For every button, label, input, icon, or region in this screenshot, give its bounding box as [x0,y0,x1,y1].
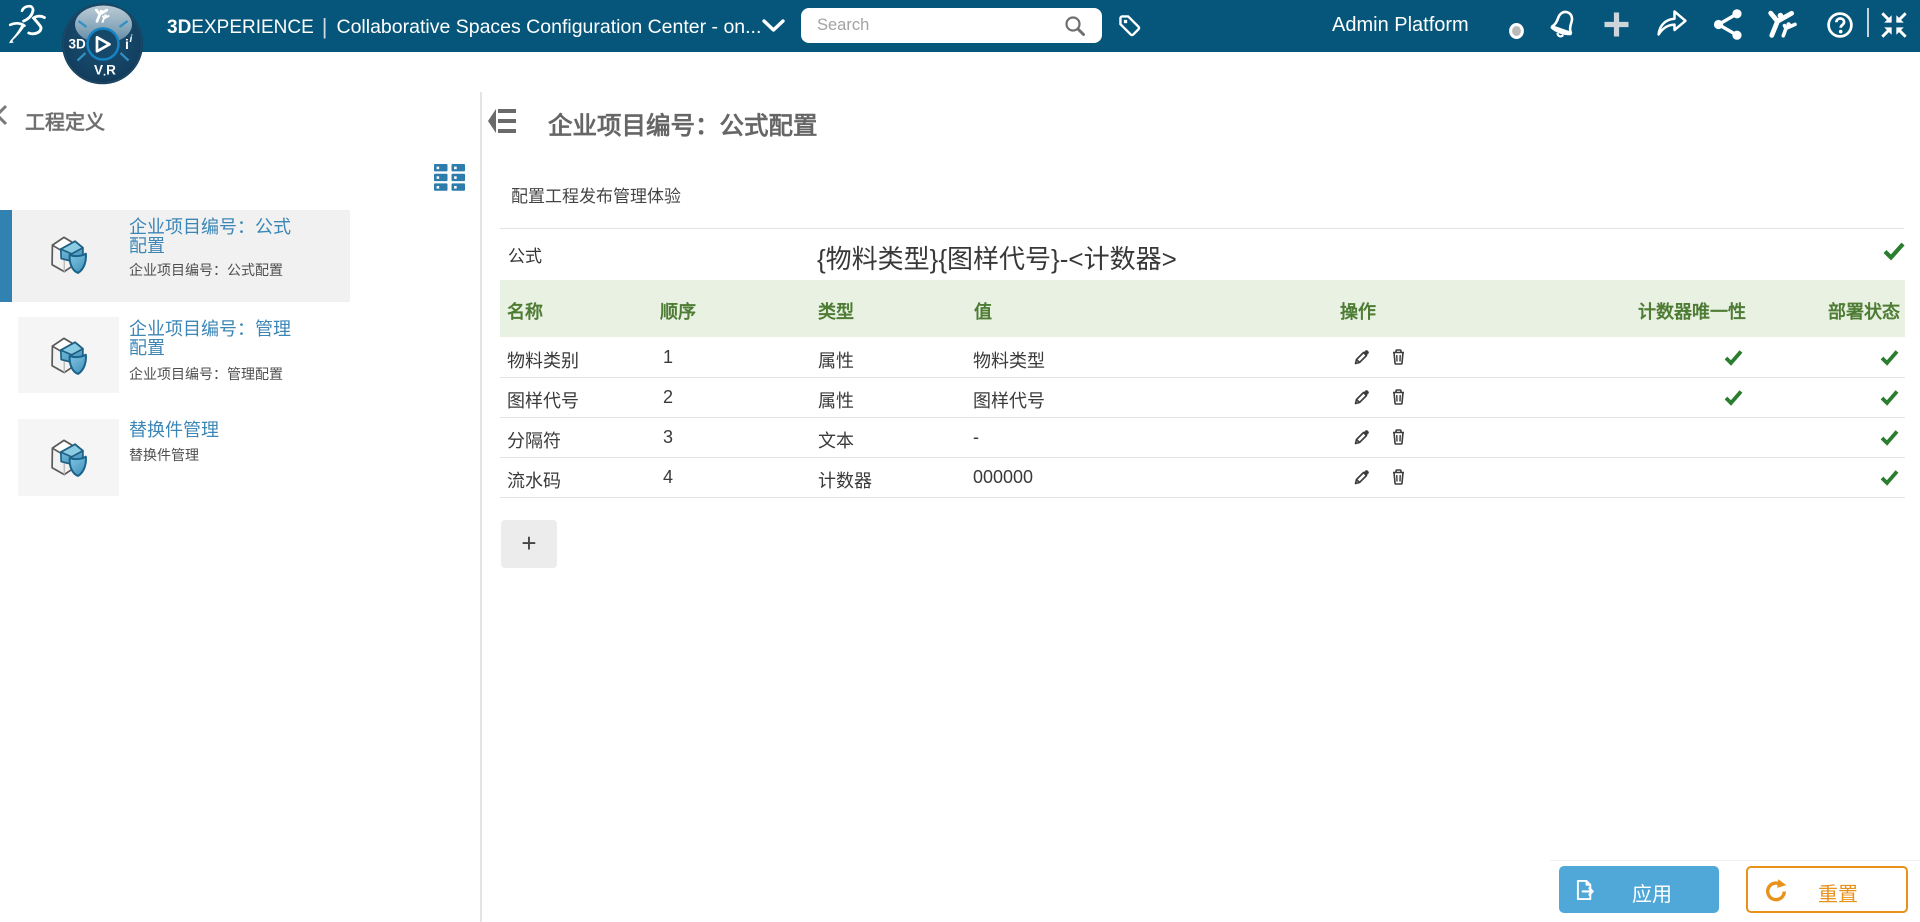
svg-text:3D: 3D [69,37,87,52]
svg-text:i: i [125,36,129,52]
svg-text:i: i [130,34,133,45]
